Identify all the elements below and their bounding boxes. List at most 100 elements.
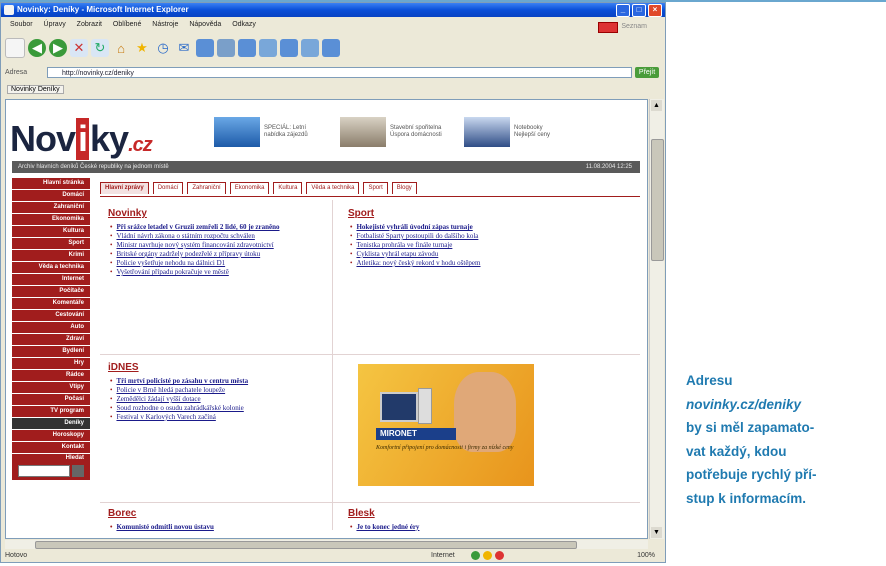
maximize-button[interactable]: □	[632, 4, 646, 17]
history-icon[interactable]: ◷	[154, 39, 172, 57]
print-icon[interactable]	[196, 39, 214, 57]
left-menu-item[interactable]: Věda a technika	[12, 262, 90, 273]
left-menu-item[interactable]: Kontakt	[12, 442, 90, 453]
article-link[interactable]: Vládní návrh zákona o státním rozpočtu s…	[116, 232, 368, 240]
article-link[interactable]: Vyšetřování případu pokračuje ve městě	[116, 268, 368, 276]
left-menu-item[interactable]: Kultura	[12, 226, 90, 237]
left-menu-item[interactable]: Zdraví	[12, 334, 90, 345]
section-title[interactable]: Sport	[348, 208, 608, 219]
tab-main-news[interactable]: Hlavní zprávy	[100, 182, 149, 194]
section-title[interactable]: Novinky	[108, 208, 368, 219]
section-title[interactable]: Borec	[108, 508, 368, 519]
forward-icon[interactable]: ▶	[49, 39, 67, 57]
go-button[interactable]: Přejít	[635, 67, 659, 78]
article-link[interactable]: Ministr navrhuje nový systém financování…	[116, 241, 368, 249]
left-menu-item[interactable]: Komentáře	[12, 298, 90, 309]
left-menu-item[interactable]: Ekonomika	[12, 214, 90, 225]
search-button[interactable]	[72, 465, 84, 477]
left-menu-item[interactable]: Zahraniční	[12, 202, 90, 213]
article-link[interactable]: Soud rozhodne o osudu zahrádkářské kolon…	[116, 404, 368, 412]
media-icon[interactable]	[301, 39, 319, 57]
favorites-star-icon[interactable]: ★	[133, 39, 151, 57]
left-menu-item[interactable]: Cestování	[12, 310, 90, 321]
banner-ad-1[interactable]: SPECIÁL: Letní nabídka zájezdů	[214, 114, 316, 150]
tab-science[interactable]: Věda a technika	[306, 182, 360, 194]
close-button[interactable]: ×	[648, 4, 662, 17]
article-link[interactable]: Tři mrtví policisté po zásahu v centru m…	[116, 377, 368, 385]
menu-help[interactable]: Nápověda	[189, 21, 221, 28]
banner-ad-2[interactable]: Stavební spořitelna Úspora domácnosti	[340, 114, 442, 150]
left-menu-item[interactable]: Vtipy	[12, 382, 90, 393]
left-menu-item[interactable]: Počasí	[12, 394, 90, 405]
discuss-icon[interactable]	[238, 39, 256, 57]
stop-icon[interactable]: ✕	[70, 39, 88, 57]
novinky-logo[interactable]: Noviky.cz	[10, 118, 153, 160]
article-link[interactable]: Policie v Brně hledá pachatele loupeže	[116, 386, 368, 394]
edit-icon[interactable]	[217, 39, 235, 57]
left-menu-item[interactable]: Domácí	[12, 190, 90, 201]
left-menu-item[interactable]: Bydlení	[12, 346, 90, 357]
tab-foreign[interactable]: Zahraniční	[187, 182, 226, 194]
back-icon[interactable]: ◀	[28, 39, 46, 57]
scroll-thumb[interactable]	[651, 139, 664, 261]
scroll-down-icon[interactable]: ▼	[651, 527, 662, 538]
section-title[interactable]: iDNES	[108, 362, 368, 373]
menu-edit[interactable]: Úpravy	[44, 21, 66, 28]
article-link[interactable]: Festival v Karlových Varech začíná	[116, 413, 368, 421]
article-link[interactable]: Atletika: nový český rekord v hodu oštěp…	[356, 259, 608, 267]
article-link[interactable]: Fotbalisté Sparty postoupili do dalšího …	[356, 232, 608, 240]
section-title[interactable]: Blesk	[348, 508, 608, 519]
search-input[interactable]	[18, 465, 70, 477]
vertical-scrollbar[interactable]: ▲ ▼	[649, 99, 664, 539]
article-link[interactable]: Cyklista vyhrál etapu závodu	[356, 250, 608, 258]
article-link[interactable]: Je to konec jedné éry	[356, 523, 608, 531]
banner-ad-3[interactable]: Notebooky Nejlepší ceny	[464, 114, 566, 150]
tab-culture[interactable]: Kultura	[273, 182, 303, 194]
left-menu-item[interactable]: Hry	[12, 358, 90, 369]
popup-icon	[483, 551, 492, 560]
refresh-icon[interactable]: ↻	[91, 39, 109, 57]
tab-economy[interactable]: Ekonomika	[229, 182, 270, 194]
left-menu-item[interactable]: Auto	[12, 322, 90, 333]
menu-links[interactable]: Odkazy	[232, 21, 256, 28]
address-input[interactable]: http://novinky.cz/deniky	[47, 67, 632, 78]
article-link[interactable]: Při srážce letadel v Gruzii zemřeli 2 li…	[116, 223, 368, 231]
new-page-icon[interactable]	[5, 38, 25, 58]
mironet-brand: MIRONET	[376, 428, 456, 440]
article-link[interactable]: Britské orgány zadržely podezřelé z příp…	[116, 250, 368, 258]
left-menu-item[interactable]: Hlavní stránka	[12, 178, 90, 189]
left-menu-item-active[interactable]: Deníky	[12, 418, 90, 429]
home-icon[interactable]: ⌂	[112, 39, 130, 57]
left-menu-item[interactable]: Internet	[12, 274, 90, 285]
hscroll-thumb[interactable]	[35, 541, 577, 549]
article-link[interactable]: Hokejisté vyhráli úvodní zápas turnaje	[356, 223, 608, 231]
menu-favorites[interactable]: Oblíbené	[113, 21, 141, 28]
horizontal-scrollbar[interactable]	[5, 540, 648, 549]
tab-sport[interactable]: Sport	[363, 182, 388, 194]
research-icon[interactable]	[280, 39, 298, 57]
scroll-up-icon[interactable]: ▲	[651, 100, 662, 111]
mironet-ad[interactable]: MIRONET Komfortní připojení pro domácnos…	[358, 364, 534, 486]
article-link[interactable]: Komunisté odmítli novou ústavu	[116, 523, 368, 531]
tab-domestic[interactable]: Domácí	[152, 182, 184, 194]
minimize-button[interactable]: _	[616, 4, 630, 17]
link-novinky-deniky[interactable]: Novinky Deníky	[7, 85, 64, 94]
translate-icon[interactable]	[322, 39, 340, 57]
menu-tools[interactable]: Nástroje	[152, 21, 178, 28]
left-menu-item[interactable]: Horoskopy	[12, 430, 90, 441]
left-menu-item[interactable]: Počítače	[12, 286, 90, 297]
mail-icon[interactable]: ✉	[175, 39, 193, 57]
menu-view[interactable]: Zobrazit	[77, 21, 102, 28]
zoom-level[interactable]: 100%	[637, 549, 655, 562]
left-menu-item[interactable]: Rádce	[12, 370, 90, 381]
menu-file[interactable]: Soubor	[10, 21, 33, 28]
article-link[interactable]: Tenistka prohrála ve finále turnaje	[356, 241, 608, 249]
left-menu-item[interactable]: Sport	[12, 238, 90, 249]
article-link[interactable]: Zemědělci žádají vyšší dotace	[116, 395, 368, 403]
toolbar-brand[interactable]: Seznam	[598, 20, 647, 34]
left-menu-item[interactable]: Krimi	[12, 250, 90, 261]
article-link[interactable]: Policie vyšetřuje nehodu na dálnici D1	[116, 259, 368, 267]
messenger-icon[interactable]	[259, 39, 277, 57]
tab-blogs[interactable]: Blogy	[391, 182, 417, 194]
left-menu-item[interactable]: TV program	[12, 406, 90, 417]
